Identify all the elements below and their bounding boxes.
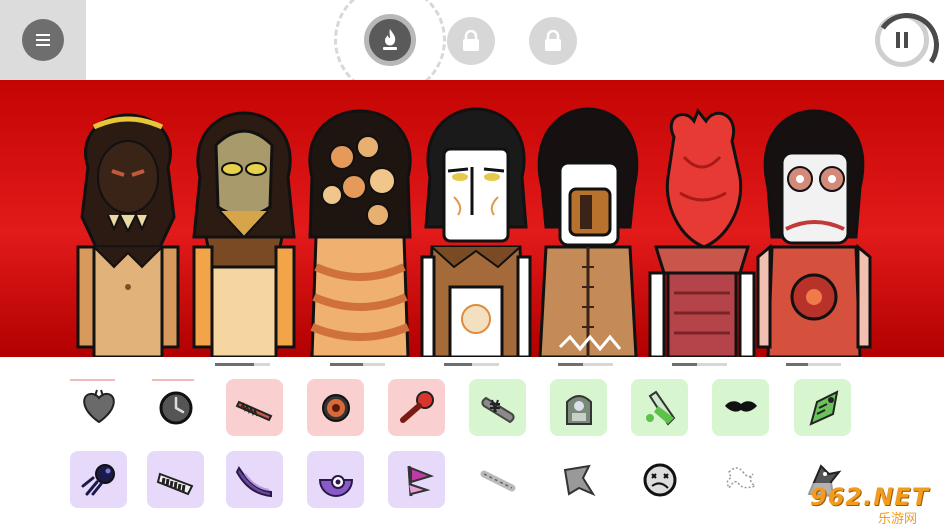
tray-row-1-slot-1[interactable]: [70, 379, 127, 436]
tray-row-2-slot-1[interactable]: [70, 451, 127, 508]
microphone-sound-icon: [399, 390, 434, 423]
watermark-sub: 乐游网: [878, 512, 918, 527]
grey-shape-sound-icon: [563, 464, 596, 496]
lock-icon: [463, 30, 479, 51]
eye-ball-sound-icon: [321, 393, 350, 422]
dizzy-face-sound-icon: [643, 463, 676, 496]
slot-progress-1: [215, 363, 270, 366]
slot-progress-2: [330, 363, 385, 366]
claw-sound-icon: [235, 465, 272, 497]
bone-sound-icon: [480, 470, 515, 491]
character-5[interactable]: [530, 97, 646, 357]
tray-row-1-slot-2[interactable]: [147, 379, 204, 436]
locked-mode-button-2[interactable]: [529, 17, 577, 65]
slot-progress-3: [444, 363, 499, 366]
fire-mode-button[interactable]: [364, 14, 416, 66]
character-1[interactable]: [70, 97, 186, 357]
mustache-sound-icon: [724, 400, 757, 412]
tray-row-1-slot-10[interactable]: [794, 379, 851, 436]
saw-sound-icon: [235, 400, 272, 421]
used-slot-marker-1: [70, 379, 115, 381]
tray-row-1-slot-5[interactable]: [388, 379, 445, 436]
tray-row-1-slot-3[interactable]: [226, 379, 283, 436]
tray-row-2-slot-4[interactable]: [307, 451, 364, 508]
tray-row-2-slot-5[interactable]: [388, 451, 445, 508]
flame-icon: [383, 29, 397, 50]
slot-progress-4: [558, 363, 613, 366]
slot-progress-5: [672, 363, 727, 366]
watermark-main: 962.NET: [810, 483, 930, 511]
menu-panel: [0, 0, 86, 80]
clock-sound-icon: [159, 391, 192, 424]
character-2[interactable]: [186, 97, 302, 357]
tray-row-1-slot-4[interactable]: [307, 379, 364, 436]
bandage-sound-icon: [480, 396, 515, 423]
tray-row-1-slot-8[interactable]: [631, 379, 688, 436]
tray-row-2-slot-3[interactable]: [226, 451, 283, 508]
flag-sound-icon: [407, 465, 434, 496]
scribble-sound-icon: [726, 466, 757, 490]
top-bar: [0, 0, 944, 96]
character-6[interactable]: [644, 97, 760, 357]
watermark: 962.NET 乐游网: [806, 483, 942, 527]
keyboard-sound-icon: [156, 472, 193, 495]
tray-row-1-slot-6[interactable]: [469, 379, 526, 436]
tray-row-2-slot-9[interactable]: [712, 451, 769, 508]
comet-sound-icon: [81, 463, 115, 495]
character-3[interactable]: [302, 97, 418, 357]
tray-row-1-slot-9[interactable]: [712, 379, 769, 436]
tray-row-2-slot-8[interactable]: [631, 451, 688, 508]
half-moon-eye-sound-icon: [318, 474, 353, 497]
character-4[interactable]: [418, 97, 534, 357]
lock-icon: [545, 30, 561, 51]
used-slot-marker-2: [152, 379, 194, 381]
tray-row-2-slot-7[interactable]: [550, 451, 607, 508]
tray-row-1-slot-7[interactable]: [550, 379, 607, 436]
pause-button[interactable]: [875, 13, 929, 67]
pause-icon: [896, 32, 908, 48]
menu-button[interactable]: [22, 19, 64, 61]
locked-mode-button-1[interactable]: [447, 17, 495, 65]
horn-sound-icon: [808, 389, 838, 426]
stage: [0, 80, 944, 357]
potion-sound-icon: [645, 390, 675, 426]
heart-sound-icon: [82, 389, 115, 423]
tombstone-sound-icon: [565, 394, 592, 425]
character-7[interactable]: [756, 97, 872, 357]
slot-progress-6: [786, 363, 841, 366]
tray-row-2-slot-6[interactable]: [469, 451, 526, 508]
game-screen: 962.NET 乐游网: [0, 0, 944, 531]
hamburger-menu-icon: [36, 39, 50, 41]
tray-row-2-slot-2[interactable]: [147, 451, 204, 508]
